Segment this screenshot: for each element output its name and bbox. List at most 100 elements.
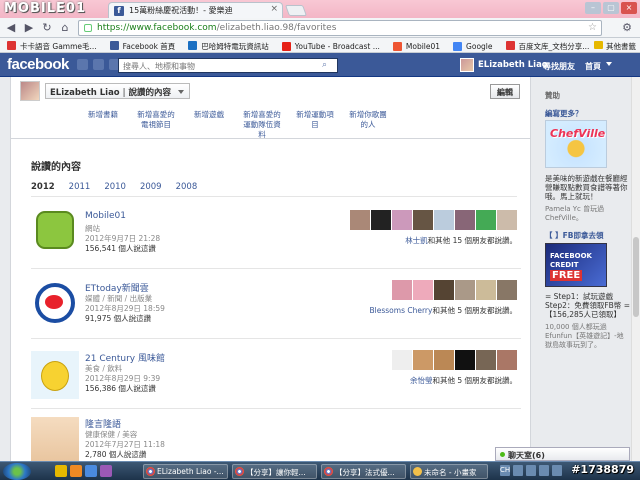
page-thumbnail[interactable] <box>31 281 79 329</box>
avatar[interactable] <box>497 210 517 230</box>
network-icon[interactable] <box>539 465 549 476</box>
edit-button[interactable]: 編輯 <box>490 84 520 99</box>
other-bookmarks-button[interactable]: 其他書籤 <box>594 41 636 52</box>
add-people-link[interactable]: 新增你歌團的人 <box>346 110 390 140</box>
page-scrollbar[interactable] <box>631 77 640 467</box>
bookmark-star-icon[interactable]: ☆ <box>588 22 597 33</box>
chrome-icon <box>146 467 155 476</box>
bookmark-item[interactable]: Facebook 首頁 <box>107 38 178 52</box>
page-thumbnail[interactable] <box>31 351 79 399</box>
minimize-icon[interactable]: – <box>585 2 601 14</box>
forward-icon[interactable]: ▶ <box>22 21 36 35</box>
search-icon[interactable]: ⌕ <box>322 60 334 71</box>
avatar[interactable] <box>497 280 517 300</box>
account-menu-chevron-down-icon[interactable] <box>606 62 612 66</box>
folder-icon[interactable] <box>55 465 67 477</box>
page-thumbnail[interactable] <box>31 417 79 461</box>
page-thumbnail[interactable] <box>31 211 79 259</box>
add-books-link[interactable]: 新增書籍 <box>81 110 125 140</box>
header-user[interactable]: ELizabeth Liao <box>460 57 548 73</box>
home-icon[interactable]: ⌂ <box>58 21 72 35</box>
close-tab-icon[interactable]: × <box>270 4 278 14</box>
year-2012[interactable]: 2012 <box>31 182 55 192</box>
paint-icon[interactable] <box>85 465 97 477</box>
bookmark-item[interactable]: 巴哈姆特電玩資訊站 <box>185 38 271 52</box>
bookmark-item[interactable]: Mobile01 <box>390 39 442 51</box>
avatar[interactable] <box>455 280 475 300</box>
avatar[interactable] <box>434 280 454 300</box>
find-friends-link[interactable]: 尋找朋友 <box>543 61 575 72</box>
taskbar-item-chrome[interactable]: 【分享】讓你輕... <box>232 464 317 479</box>
breadcrumb[interactable]: ELizabeth Liao | 說讚的內容 <box>45 83 191 99</box>
add-tv-link[interactable]: 新增喜愛的電視節目 <box>134 110 178 140</box>
friend-name-link[interactable]: Blessoms Cherry <box>370 306 433 315</box>
close-window-icon[interactable]: × <box>621 2 637 14</box>
avatar[interactable] <box>455 350 475 370</box>
volume-icon[interactable] <box>552 465 562 476</box>
profile-avatar[interactable] <box>20 81 40 101</box>
chat-bar[interactable]: 聊天室(6) <box>495 447 630 461</box>
avatar[interactable] <box>350 210 370 230</box>
year-2009[interactable]: 2009 <box>140 182 162 192</box>
avatar[interactable] <box>476 350 496 370</box>
facebook-logo[interactable]: facebook <box>7 56 69 73</box>
avatar[interactable] <box>392 350 412 370</box>
create-ad-link[interactable]: 編寫更多？ <box>545 109 630 118</box>
ad-title-link[interactable]: 【 】FB即拿去領 <box>545 231 630 240</box>
avatar[interactable] <box>434 350 454 370</box>
start-button[interactable] <box>3 463 31 480</box>
friends-like-text: 林士凱和其他 15 個朋友都說讚。 <box>405 236 517 245</box>
add-games-link[interactable]: 新增遊戲 <box>187 110 231 140</box>
taskbar-item-paint[interactable]: 未命名 - 小畫家 <box>410 464 488 479</box>
friend-name-link[interactable]: 林士凱 <box>405 236 428 245</box>
bookmark-favicon-icon <box>7 41 16 50</box>
avatar[interactable] <box>392 280 412 300</box>
address-bar[interactable]: https://www.facebook.com/elizabeth.liao.… <box>78 20 602 36</box>
bookmark-item[interactable]: 卡卡語音 Gamme毛... <box>4 38 99 52</box>
messages-icon[interactable] <box>93 59 104 70</box>
taskbar-item-chrome[interactable]: ELizabeth Liao -... <box>143 464 228 479</box>
avatar[interactable] <box>413 350 433 370</box>
breadcrumb-section: 說讚的內容 <box>128 88 172 98</box>
avatar[interactable] <box>455 210 475 230</box>
wrench-menu-icon[interactable]: ⚙ <box>622 21 632 34</box>
add-sports-link[interactable]: 新增運動項目 <box>293 110 337 140</box>
chefville-ad-image[interactable]: ChefVille <box>545 120 607 168</box>
reload-icon[interactable]: ↻ <box>40 21 54 35</box>
avatar[interactable] <box>434 210 454 230</box>
browser-tab-active[interactable]: f 15萬粉絲慶祝活動！- 愛樂迪 × <box>108 2 283 18</box>
new-tab-button[interactable] <box>284 5 308 16</box>
avatar[interactable] <box>371 210 391 230</box>
app-icon[interactable] <box>100 465 112 477</box>
tray-icon[interactable] <box>513 465 523 476</box>
language-indicator[interactable]: CH <box>500 465 510 476</box>
avatar[interactable] <box>476 280 496 300</box>
tray-icon[interactable] <box>526 465 536 476</box>
sponsored-heading: 贊助 <box>545 91 560 100</box>
home-link[interactable]: 首頁 <box>585 61 601 72</box>
avatar[interactable] <box>413 210 433 230</box>
avatar[interactable] <box>476 210 496 230</box>
media-player-icon[interactable] <box>70 465 82 477</box>
avatar[interactable] <box>392 210 412 230</box>
friend-name-link[interactable]: 余怡瑩 <box>410 376 433 385</box>
add-teams-link[interactable]: 新增喜愛的運動隊伍資料 <box>240 110 284 140</box>
taskbar-item-chrome[interactable]: 【分享】法式優... <box>321 464 406 479</box>
facebook-favicon-icon: f <box>114 6 124 16</box>
scrollbar-thumb[interactable] <box>633 237 639 317</box>
year-2008[interactable]: 2008 <box>176 182 198 192</box>
year-2011[interactable]: 2011 <box>69 182 91 192</box>
bookmark-item[interactable]: Google <box>450 39 494 51</box>
bookmark-item[interactable]: YouTube - Broadcast ... <box>279 39 382 51</box>
facebook-search-input[interactable]: 搜尋人、地標和事物 ⌕ <box>118 58 338 73</box>
maximize-icon[interactable]: ▢ <box>603 2 619 14</box>
credit-ad-image[interactable]: FACEBOOK CREDIT FREE <box>545 243 607 287</box>
avatar[interactable] <box>497 350 517 370</box>
friend-requests-icon[interactable] <box>77 59 88 70</box>
bookmark-item[interactable]: 百度文库_文档分享... <box>503 38 592 52</box>
avatar[interactable] <box>413 280 433 300</box>
year-2010[interactable]: 2010 <box>104 182 126 192</box>
back-icon[interactable]: ◀ <box>4 21 18 35</box>
system-tray: CH <box>500 465 562 476</box>
page-title-link[interactable]: Mobile01 <box>85 211 126 221</box>
